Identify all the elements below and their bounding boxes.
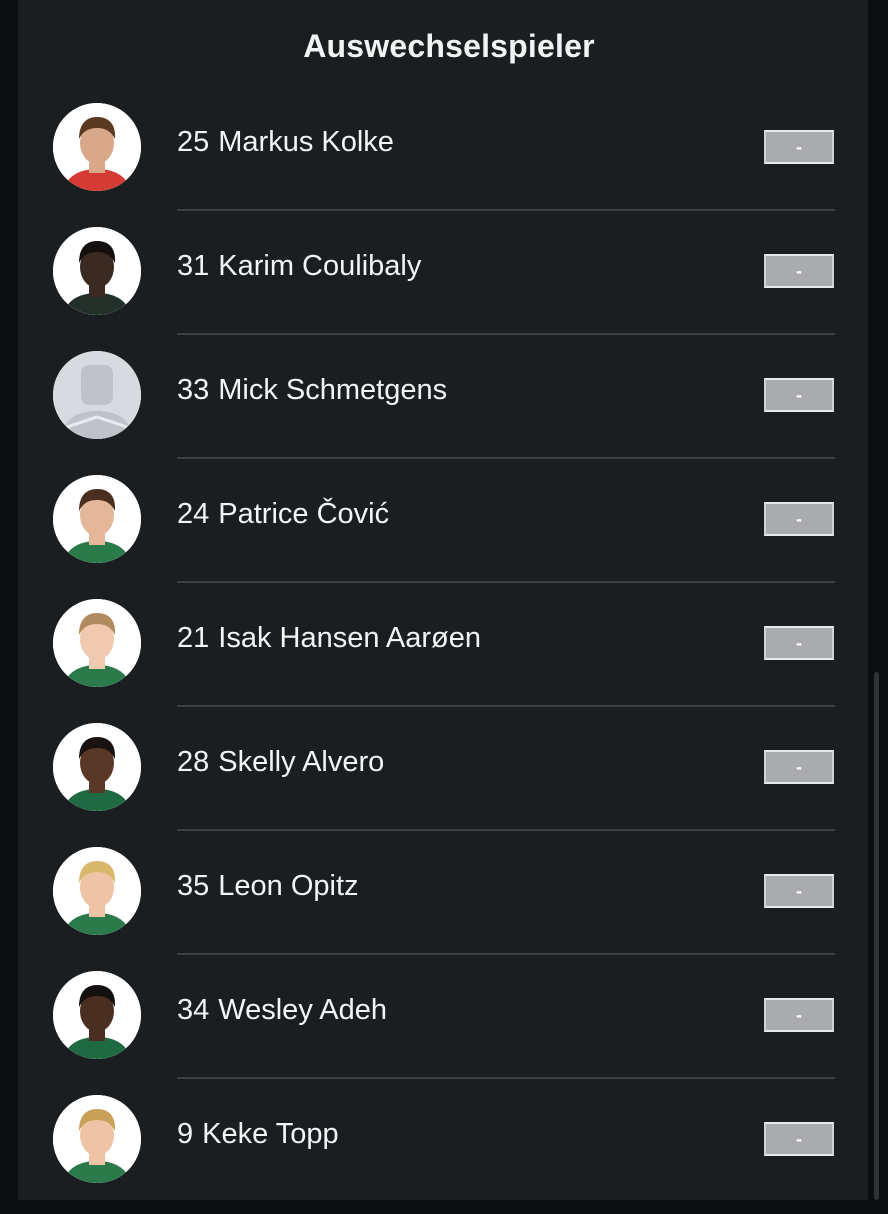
player-name: Keke Topp — [202, 1118, 339, 1150]
player-row[interactable]: 31 Karim Coulibaly - — [18, 222, 868, 346]
player-name-label: 31 Karim Coulibaly — [177, 250, 421, 283]
player-number: 25 — [177, 126, 210, 158]
player-name-label: 21 Isak Hansen Aarøen — [177, 622, 481, 655]
player-number: 33 — [177, 374, 210, 406]
player-avatar — [53, 227, 141, 315]
row-divider — [177, 705, 835, 707]
player-avatar — [53, 971, 141, 1059]
player-row[interactable]: 24 Patrice Čović - — [18, 470, 868, 594]
row-divider — [177, 953, 835, 955]
player-number: 28 — [177, 746, 210, 778]
row-divider — [177, 1077, 835, 1079]
row-divider — [177, 209, 835, 211]
player-number: 21 — [177, 622, 210, 654]
player-rating-badge: - — [764, 626, 834, 660]
player-avatar — [53, 475, 141, 563]
player-row[interactable]: 28 Skelly Alvero - — [18, 718, 868, 842]
player-rating-badge: - — [764, 254, 834, 288]
player-rating-badge: - — [764, 130, 834, 164]
player-row[interactable]: 34 Wesley Adeh - — [18, 966, 868, 1090]
player-name-label: 35 Leon Opitz — [177, 870, 359, 903]
player-number: 35 — [177, 870, 210, 902]
section-title: Auswechselspieler — [303, 28, 595, 64]
player-name-label: 24 Patrice Čović — [177, 498, 389, 531]
player-name: Wesley Adeh — [218, 994, 387, 1026]
player-name: Karim Coulibaly — [218, 250, 422, 282]
player-avatar — [53, 599, 141, 687]
player-row[interactable]: 21 Isak Hansen Aarøen - — [18, 594, 868, 718]
player-rating-badge: - — [764, 502, 834, 536]
player-name-label: 34 Wesley Adeh — [177, 994, 387, 1027]
row-divider — [177, 581, 835, 583]
player-name-label: 9 Keke Topp — [177, 1118, 339, 1151]
player-name: Mick Schmetgens — [218, 374, 448, 406]
player-number: 34 — [177, 994, 210, 1026]
player-avatar — [53, 1095, 141, 1183]
player-avatar — [53, 723, 141, 811]
player-name: Skelly Alvero — [218, 746, 385, 778]
substitutes-panel: Auswechselspieler 25 Markus Kolke -31 Karim… — [18, 0, 868, 1200]
player-rating-badge: - — [764, 1122, 834, 1156]
placeholder-person-icon — [53, 351, 141, 439]
player-name-label: 25 Markus Kolke — [177, 126, 394, 159]
player-row[interactable]: 35 Leon Opitz - — [18, 842, 868, 966]
player-avatar — [53, 847, 141, 935]
player-rating-badge: - — [764, 750, 834, 784]
player-rating-badge: - — [764, 378, 834, 412]
player-rating-badge: - — [764, 874, 834, 908]
player-name: Leon Opitz — [218, 870, 359, 902]
player-name-label: 33 Mick Schmetgens — [177, 374, 447, 407]
player-row[interactable]: 9 Keke Topp - — [18, 1090, 868, 1214]
player-name-label: 28 Skelly Alvero — [177, 746, 384, 779]
player-row[interactable]: 25 Markus Kolke - — [18, 98, 868, 222]
player-rating-badge: - — [764, 998, 834, 1032]
player-name: Isak Hansen Aarøen — [218, 622, 482, 654]
player-number: 31 — [177, 250, 210, 282]
scrollbar[interactable] — [874, 672, 879, 1200]
player-number: 24 — [177, 498, 210, 530]
row-divider — [177, 333, 835, 335]
player-number: 9 — [177, 1118, 194, 1150]
player-name: Markus Kolke — [218, 126, 394, 158]
player-row[interactable]: 33 Mick Schmetgens - — [18, 346, 868, 470]
row-divider — [177, 829, 835, 831]
row-divider — [177, 457, 835, 459]
player-name: Patrice Čović — [218, 498, 390, 530]
player-avatar — [53, 103, 141, 191]
